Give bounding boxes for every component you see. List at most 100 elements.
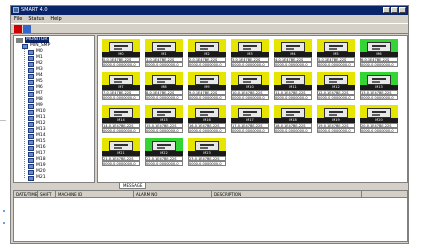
machine-status-thumbnail: M5: [317, 39, 355, 57]
machine-tile[interactable]: M21 21-0,1E47BE-22S 0000-0,0000000-0: [102, 138, 140, 166]
machine-icon: [367, 108, 391, 118]
machine-icon: [152, 141, 176, 151]
maximize-button[interactable]: [391, 7, 398, 13]
machine-icon: [195, 42, 219, 52]
machine-tile[interactable]: M2 2-0,1E47BE-22S 0000-0,0000000-0: [188, 39, 226, 67]
col-machine-id[interactable]: MACHINE ID: [56, 191, 134, 197]
tab-message[interactable]: MESSAGE: [119, 183, 147, 189]
machine-icon: [28, 67, 34, 73]
machine-icon: [281, 108, 305, 118]
close-button[interactable]: [399, 7, 406, 13]
machine-icon: [324, 108, 348, 118]
machine-icon: [28, 175, 34, 181]
machine-icon: [109, 141, 133, 151]
machine-tile[interactable]: M6 6-0,1E47BE-22S 0000-0,0000000-0: [360, 39, 398, 67]
toolbar: [11, 23, 408, 34]
machine-icon: [28, 103, 34, 109]
machine-info-line: 0000-0,0000000-0: [188, 161, 226, 166]
machine-icon: [195, 108, 219, 118]
machine-tile[interactable]: M3 3-0,1E47BE-22S 0000-0,0000000-0: [231, 39, 269, 67]
machine-tile[interactable]: M16 16-0,1E47BE-22S 0000-0,0000000-0: [188, 105, 226, 133]
machine-tree[interactable]: MONITOR MIN_SMP M0 M1 M2 M3 M4 M5 M6 M7 M8 M9 M10 M…: [13, 35, 95, 183]
col-shift[interactable]: SHIFT: [38, 191, 56, 197]
machine-icon: [28, 169, 34, 175]
machine-icon: [152, 108, 176, 118]
machine-status-thumbnail: M17: [231, 105, 269, 123]
machine-tile[interactable]: M1 1-0,1E47BE-22S 0000-0,0000000-0: [145, 39, 183, 67]
machine-tile[interactable]: M0 0-0,1E47BE-22S 0000-0,0000000-0: [102, 39, 140, 67]
table-header: DATE/TIME SHIFT MACHINE ID ALARM NO DESC…: [14, 191, 407, 198]
machine-icon: [28, 49, 34, 55]
machine-tile[interactable]: M19 19-0,1E47BE-22S 0000-0,0000000-0: [317, 105, 355, 133]
machine-status-thumbnail: M4: [274, 39, 312, 57]
machine-icon: [28, 145, 34, 151]
machine-status-thumbnail: M21: [102, 138, 140, 156]
menu-file[interactable]: File: [14, 15, 22, 23]
app-icon: [13, 7, 19, 13]
machine-icon: [152, 42, 176, 52]
machine-tile[interactable]: M23 23-0,1E47BE-22S 0000-0,0000000-0: [188, 138, 226, 166]
machine-tile[interactable]: M11 11-0,1E47BE-22S 0000-0,0000000-0: [274, 72, 312, 100]
machine-status-thumbnail: M8: [145, 72, 183, 90]
window-title: SMART 4.0: [21, 7, 48, 13]
machine-tile[interactable]: M10 10-0,1E47BE-22S 0000-0,0000000-0: [231, 72, 269, 100]
machine-info-line: 0000-0,0000000-0: [231, 62, 269, 67]
machine-icon: [324, 75, 348, 85]
machine-tile[interactable]: M12 12-0,1E47BE-22S 0000-0,0000000-0: [317, 72, 355, 100]
machine-info-line: 0000-0,0000000-0: [188, 128, 226, 133]
machine-info-line: 0000-0,0000000-0: [274, 95, 312, 100]
machine-info-line: 0000-0,0000000-0: [102, 95, 140, 100]
machine-tile[interactable]: M17 17-0,1E47BE-22S 0000-0,0000000-0: [231, 105, 269, 133]
stop-icon[interactable]: [14, 25, 22, 33]
machine-status-thumbnail: M0: [102, 39, 140, 57]
machine-tile[interactable]: M22 22-0,1E47BE-22S 0000-0,0000000-0: [145, 138, 183, 166]
machine-tile[interactable]: M13 13-0,1E47BE-22S 0000-0,0000000-0: [360, 72, 398, 100]
monitor-icon[interactable]: [23, 25, 31, 33]
machine-icon: [109, 42, 133, 52]
col-alarm-no[interactable]: ALARM NO: [134, 191, 212, 197]
machine-tile[interactable]: M7 7-0,1E47BE-22S 0000-0,0000000-0: [102, 72, 140, 100]
tree-connector: [24, 44, 26, 178]
machine-info-line: 0000-0,0000000-0: [317, 128, 355, 133]
col-datetime[interactable]: DATE/TIME: [14, 191, 38, 197]
machine-tile[interactable]: M8 8-0,1E47BE-22S 0000-0,0000000-0: [145, 72, 183, 100]
machine-icon: [28, 151, 34, 157]
machine-icon: [28, 85, 34, 91]
machine-icon: [22, 43, 28, 49]
title-bar: SMART 4.0: [11, 6, 408, 15]
machine-status-thumbnail: M3: [231, 39, 269, 57]
machine-info-line: 0000-0,0000000-0: [360, 62, 398, 67]
menu-status[interactable]: Status: [28, 15, 44, 23]
machine-tile[interactable]: M14 14-0,1E47BE-22S 0000-0,0000000-0: [102, 105, 140, 133]
col-description[interactable]: DESCRIPTION: [212, 191, 362, 197]
machine-status-thumbnail: M13: [360, 72, 398, 90]
machine-status-thumbnail: M6: [360, 39, 398, 57]
machine-tile[interactable]: M9 9-0,1E47BE-22S 0000-0,0000000-0: [188, 72, 226, 100]
minimize-button[interactable]: [383, 7, 390, 13]
machine-info-line: 0000-0,0000000-0: [231, 95, 269, 100]
machine-icon: [281, 42, 305, 52]
main-window: SMART 4.0 File Status Help MONITOR MIN_S…: [10, 5, 409, 244]
machine-status-thumbnail: M18: [274, 105, 312, 123]
menu-help[interactable]: Help: [50, 15, 61, 23]
message-table[interactable]: DATE/TIME SHIFT MACHINE ID ALARM NO DESC…: [13, 190, 408, 242]
machine-tile[interactable]: M4 4-0,1E47BE-22S 0000-0,0000000-0: [274, 39, 312, 67]
machine-info-line: 0000-0,0000000-0: [145, 95, 183, 100]
machine-status-thumbnail: M20: [360, 105, 398, 123]
machine-icon: [28, 157, 34, 163]
machine-tile[interactable]: M5 5-0,1E47BE-22S 0000-0,0000000-0: [317, 39, 355, 67]
machine-tile[interactable]: M15 15-0,1E47BE-22S 0000-0,0000000-0: [145, 105, 183, 133]
tree-item-m21[interactable]: M21: [28, 175, 46, 181]
machine-tile[interactable]: M18 18-0,1E47BE-22S 0000-0,0000000-0: [274, 105, 312, 133]
machine-info-line: 0000-0,0000000-0: [188, 95, 226, 100]
machine-status-thumbnail: M1: [145, 39, 183, 57]
machine-icon: [367, 42, 391, 52]
machine-info-line: 0000-0,0000000-0: [360, 128, 398, 133]
machine-status-thumbnail: M10: [231, 72, 269, 90]
machine-tile[interactable]: M20 20-0,1E47BE-22S 0000-0,0000000-0: [360, 105, 398, 133]
machine-icon: [152, 75, 176, 85]
machine-icon: [195, 141, 219, 151]
machine-icon: [238, 42, 262, 52]
machine-icon: [324, 42, 348, 52]
machine-info-line: 0000-0,0000000-0: [317, 95, 355, 100]
